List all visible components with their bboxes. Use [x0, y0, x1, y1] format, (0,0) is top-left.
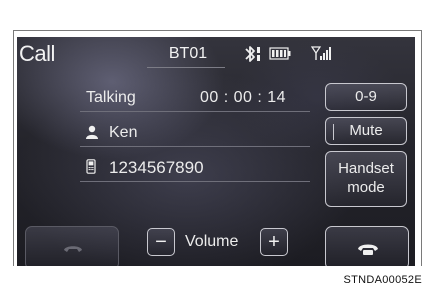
signal-strength-icon	[311, 46, 331, 60]
call-timer: 00 : 00 : 14	[200, 89, 287, 106]
bluetooth-icon	[245, 46, 260, 62]
volume-up-button[interactable]: +	[260, 228, 288, 256]
answer-call-button[interactable]	[25, 226, 119, 266]
handset-mode-label-line2: mode	[347, 179, 385, 196]
call-status: Talking	[86, 89, 136, 106]
person-icon	[86, 125, 98, 139]
handset-mode-label: Handset mode	[338, 160, 394, 198]
divider-line	[80, 181, 310, 182]
mute-indicator	[333, 124, 334, 140]
handset-mode-label-line1: Handset	[338, 160, 394, 178]
phone-handset-icon	[64, 246, 82, 252]
mute-button-label: Mute	[349, 121, 383, 139]
bluetooth-device-name: BT01	[168, 45, 208, 62]
battery-icon	[269, 47, 291, 60]
volume-down-button[interactable]: −	[147, 228, 175, 256]
mobile-phone-icon	[86, 159, 96, 174]
divider-line	[80, 111, 310, 112]
keypad-button[interactable]: 0-9	[325, 83, 407, 111]
minus-icon: −	[155, 230, 167, 253]
device-name-underline	[147, 67, 225, 68]
contact-name: Ken	[109, 124, 138, 141]
handset-mode-button[interactable]: Handset mode	[325, 151, 407, 207]
end-call-icon	[358, 244, 378, 255]
screen-title: Call	[19, 41, 55, 66]
call-screen: Call BT01 Talking 00 : 00 : 14 Ken 12345…	[17, 37, 415, 266]
plus-icon: +	[268, 230, 280, 253]
phone-number: 1234567890	[109, 158, 204, 177]
volume-label: Volume	[185, 233, 239, 250]
figure-reference-code: STNDA00052E	[343, 274, 422, 286]
end-call-button[interactable]	[325, 226, 409, 266]
divider-line	[80, 146, 310, 147]
mute-button[interactable]: Mute	[325, 117, 407, 145]
keypad-button-label: 0-9	[355, 87, 377, 105]
